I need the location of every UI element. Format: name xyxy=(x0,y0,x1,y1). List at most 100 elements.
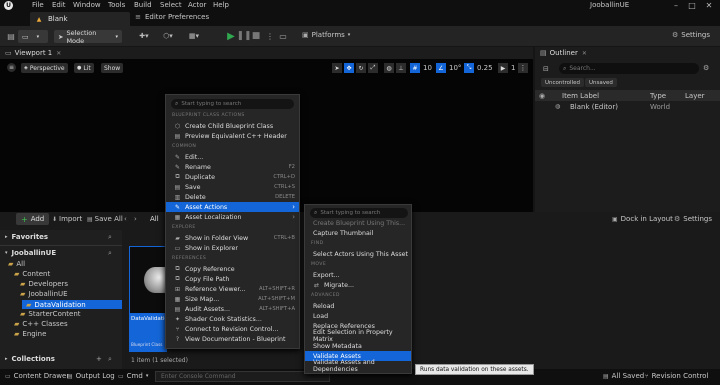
menu-item-show-metadata[interactable]: Show Metadata xyxy=(305,341,411,351)
rotate-icon[interactable]: ↻ xyxy=(356,63,366,73)
visibility-icon[interactable]: ◉ xyxy=(539,92,545,100)
favorites-header[interactable]: ▸ Favorites xyxy=(5,233,48,241)
grid-snap-control[interactable]: # 10 xyxy=(410,63,432,73)
viewport-options-icon[interactable]: ⋮ xyxy=(518,63,528,73)
menu-item-asset-localization[interactable]: ▦ Asset Localization › xyxy=(166,212,299,222)
minimize-icon[interactable]: – xyxy=(670,0,682,11)
pause-icon[interactable]: ❚❚ xyxy=(236,30,251,42)
menu-item-reference-viewer[interactable]: ⊞ Reference Viewer... ALT+SHIFT+R xyxy=(166,284,299,294)
menu-actor[interactable]: Actor xyxy=(188,1,206,9)
project-root-header[interactable]: ▾ JooballinUE xyxy=(5,249,56,257)
menu-window[interactable]: Window xyxy=(73,1,101,9)
perspective-button[interactable]: ◈ Perspective xyxy=(21,63,68,73)
add-collection-icon[interactable]: + xyxy=(96,355,102,363)
menu-item-capture-thumbnail[interactable]: Capture Thumbnail xyxy=(305,228,411,238)
toolbar-settings-button[interactable]: ⚙ Settings xyxy=(672,31,710,39)
camera-speed-control[interactable]: ▶ 1 xyxy=(498,63,515,73)
menu-item-validate-dependencies[interactable]: Validate Assets and Dependencies xyxy=(305,359,411,373)
asset-tile[interactable]: DataValidation Blueprint Class xyxy=(129,246,167,352)
close-icon[interactable]: ✕ xyxy=(703,0,715,11)
launch-icon[interactable]: ▭ xyxy=(278,30,288,42)
all-saved-button[interactable]: ▤ All Saved xyxy=(603,372,644,380)
outliner-tab[interactable]: ▤ Outliner ✕ xyxy=(540,49,587,57)
surface-snap-icon[interactable]: ⊥ xyxy=(396,63,406,73)
menu-item-copy-reference[interactable]: ⧉ Copy Reference xyxy=(166,264,299,274)
menu-item-migrate[interactable]: ⇄ Migrate... xyxy=(305,280,411,290)
forward-icon[interactable]: › xyxy=(134,215,137,223)
unreal-logo-icon[interactable]: U xyxy=(4,1,13,10)
menu-item-edit[interactable]: ✎ Edit... xyxy=(166,152,299,162)
add-filter-icon[interactable]: ⊟ xyxy=(543,65,549,73)
menu-item-rename[interactable]: ✎ Rename F2 xyxy=(166,162,299,172)
menu-item-save[interactable]: ▤ Save CTRL+S xyxy=(166,182,299,192)
dock-in-layout-button[interactable]: ▣ Dock in Layout xyxy=(612,215,673,223)
menu-item-duplicate[interactable]: ⧉ Duplicate CTRL+D xyxy=(166,172,299,182)
more-options-icon[interactable]: ⋮ xyxy=(265,30,275,42)
save-all-button[interactable]: ▤ Save All xyxy=(87,215,123,223)
col-type[interactable]: Type xyxy=(650,92,666,100)
menu-edit[interactable]: Edit xyxy=(52,1,66,9)
save-level-icon[interactable]: ▤ xyxy=(6,31,16,41)
search-icon[interactable]: ⌕ xyxy=(108,249,112,258)
submenu-search-input[interactable]: ⌕ Start typing to search xyxy=(310,208,408,218)
menu-item-copy-path[interactable]: ⧉ Copy File Path xyxy=(166,274,299,284)
menu-item-reload[interactable]: Reload xyxy=(305,301,411,311)
col-layer[interactable]: Layer xyxy=(685,92,705,100)
maximize-icon[interactable]: □ xyxy=(686,0,698,11)
blueprint-icon[interactable]: ⬡▾ xyxy=(162,31,174,41)
output-log-button[interactable]: ▤ Output Log xyxy=(67,372,115,380)
menu-item-show-folder[interactable]: ▰ Show in Folder View CTRL+B xyxy=(166,233,299,243)
back-icon[interactable]: ‹ xyxy=(124,215,127,223)
add-actor-icon[interactable]: ✚▾ xyxy=(138,31,150,41)
close-icon[interactable]: ✕ xyxy=(582,50,587,57)
content-menu-button[interactable]: ▭ ▾ xyxy=(18,30,48,43)
outliner-search-input[interactable]: ⌕ Search... xyxy=(559,63,699,74)
tree-item-all[interactable]: ▰ All xyxy=(8,260,25,268)
angle-snap-control[interactable]: ∠ 10° xyxy=(436,63,461,73)
menu-file[interactable]: File xyxy=(32,1,44,9)
menu-item-delete[interactable]: ▥ Delete DELETE xyxy=(166,192,299,202)
menu-item-revision-control[interactable]: ⑂ Connect to Revision Control... xyxy=(166,324,299,334)
menu-item-export[interactable]: Export... xyxy=(305,270,411,280)
tree-item-developers[interactable]: ▰ Developers xyxy=(20,280,68,288)
tab-level[interactable]: ▲ Blank xyxy=(30,12,130,26)
cmd-dropdown[interactable]: ▭ Cmd ▾ xyxy=(118,372,148,380)
tree-item-datavalidation[interactable]: ▰ DataValidation xyxy=(22,300,122,309)
platforms-button[interactable]: ▣ Platforms ▾ xyxy=(302,31,350,39)
menu-item-asset-actions[interactable]: ✎ Asset Actions › xyxy=(166,202,299,212)
filter-uncontrolled[interactable]: Uncontrolled xyxy=(541,78,584,87)
path-all[interactable]: All xyxy=(150,215,159,223)
content-drawer-button[interactable]: ▭ Content Drawer xyxy=(5,372,69,380)
menu-item-size-map[interactable]: ▦ Size Map... ALT+SHIFT+M xyxy=(166,294,299,304)
menu-tools[interactable]: Tools xyxy=(108,1,125,9)
viewport-tab[interactable]: ▭ Viewport 1 ✕ xyxy=(0,47,533,59)
menu-select[interactable]: Select xyxy=(160,1,182,9)
menu-item-create-child[interactable]: ⬡ Create Child Blueprint Class xyxy=(166,121,299,131)
revision-control-button[interactable]: ⑂ Revision Control xyxy=(645,372,708,380)
menu-item-select-actors[interactable]: Select Actors Using This Asset xyxy=(305,249,411,259)
menu-item-preview-cpp[interactable]: ▤ Preview Equivalent C++ Header xyxy=(166,131,299,141)
translate-icon[interactable]: ✥ xyxy=(344,63,354,73)
tree-item-content[interactable]: ▰ Content xyxy=(14,270,50,278)
menu-item-load[interactable]: Load xyxy=(305,311,411,321)
lit-button[interactable]: ● Lit xyxy=(74,63,94,73)
menu-item-show-explorer[interactable]: ▭ Show in Explorer xyxy=(166,243,299,253)
hamburger-icon[interactable]: ≡ xyxy=(7,63,16,72)
show-button[interactable]: Show xyxy=(101,63,124,73)
search-icon[interactable]: ⌕ xyxy=(108,355,112,364)
col-item-label[interactable]: Item Label xyxy=(562,92,599,100)
scale-snap-control[interactable]: ⤡ 0.25 xyxy=(464,63,493,73)
select-mode-icon[interactable]: ➤ xyxy=(332,63,342,73)
tree-item-jooballinue[interactable]: ▰ JooballinUE xyxy=(20,290,68,298)
scale-icon[interactable]: ⤢ xyxy=(368,63,378,73)
cb-settings-button[interactable]: ⚙ Settings xyxy=(674,215,712,223)
menu-item-shader-stats[interactable]: ✦ Shader Cook Statistics... xyxy=(166,314,299,324)
tree-item-engine[interactable]: ▰ Engine xyxy=(14,330,46,338)
context-search-input[interactable]: ⌕ Start typing to search xyxy=(171,99,294,109)
tab-editor-preferences[interactable]: ≡ Editor Preferences xyxy=(134,13,209,21)
play-icon[interactable]: ▶ xyxy=(226,30,236,42)
stop-icon[interactable]: ■ xyxy=(251,30,261,42)
filter-unsaved[interactable]: Unsaved xyxy=(585,78,617,87)
search-icon[interactable]: ⌕ xyxy=(108,233,112,242)
close-icon[interactable]: ✕ xyxy=(56,50,61,57)
